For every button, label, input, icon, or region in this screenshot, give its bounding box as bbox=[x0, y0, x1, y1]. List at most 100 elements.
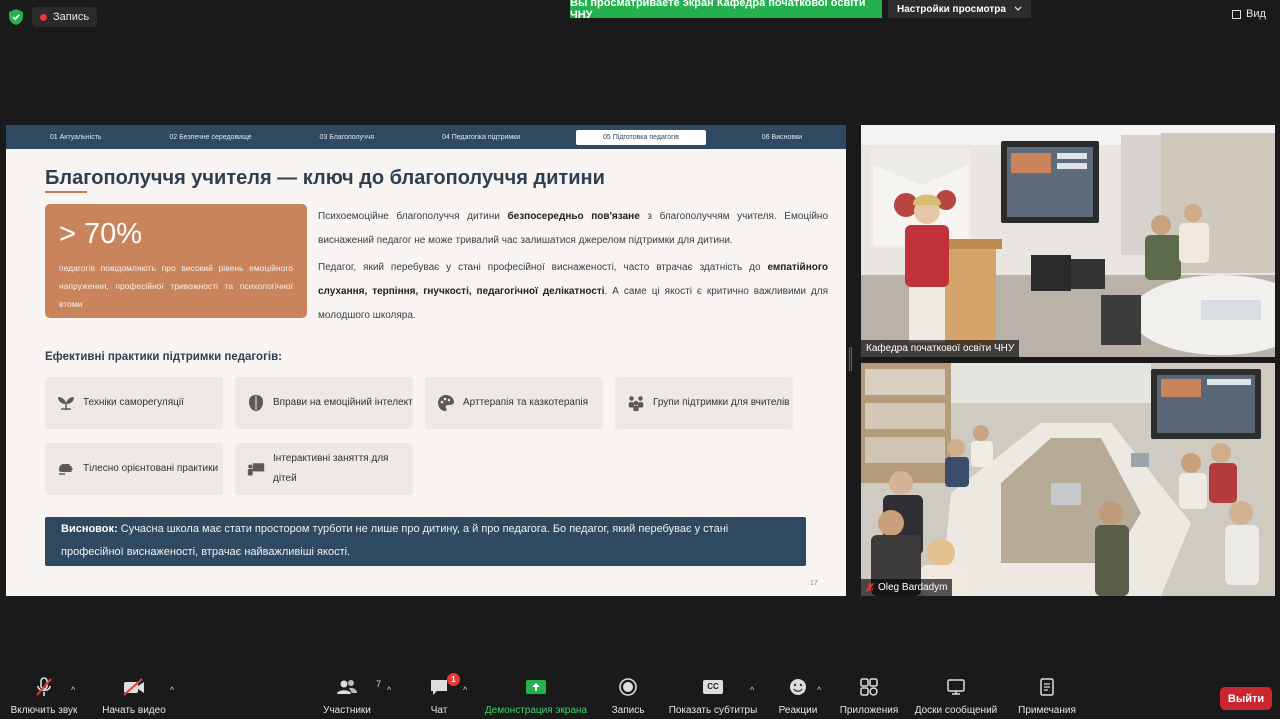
shared-slide: 01 Актуальність 02 Безпечне середовище 0… bbox=[6, 125, 846, 596]
shield-check-icon[interactable] bbox=[9, 9, 23, 25]
chat-icon bbox=[431, 680, 447, 695]
practice-card: Техніки саморегуляції bbox=[45, 377, 223, 429]
participant-name-label: Oleg Bardadym bbox=[861, 579, 953, 596]
practice-label: Вправи на емоційний інтелект bbox=[273, 397, 413, 408]
share-screen-button[interactable]: Демонстрация экрана bbox=[482, 675, 590, 719]
video-tile[interactable]: Кафедра початкової освіти ЧНУ bbox=[861, 125, 1275, 357]
unmute-button[interactable]: Включить звук bbox=[8, 675, 80, 719]
apps-button[interactable]: Приложения bbox=[836, 675, 902, 719]
hand-icon bbox=[57, 460, 75, 478]
view-settings-label: Настройки просмотра bbox=[897, 3, 1006, 15]
recording-label: Запись bbox=[53, 11, 90, 23]
slide-tab[interactable]: 03 Благополуччя bbox=[307, 130, 386, 145]
whiteboards-label: Доски сообщений bbox=[914, 705, 998, 716]
practices-title: Ефективні практики підтримки педагогів: bbox=[45, 351, 282, 363]
practice-card: Вправи на емоційний інтелект bbox=[235, 377, 413, 429]
record-icon bbox=[619, 678, 637, 696]
unmute-label: Включить звук bbox=[10, 705, 78, 716]
start-video-button[interactable]: Начать видео bbox=[100, 675, 168, 719]
slide-tab[interactable]: 04 Педагогіка підтримки bbox=[430, 130, 532, 145]
participants-count: 7 bbox=[376, 679, 382, 689]
chat-caret-icon[interactable]: ^ bbox=[463, 685, 467, 695]
share-screen-label: Демонстрация экрана bbox=[484, 705, 588, 716]
muted-mic-icon bbox=[866, 582, 874, 592]
chevron-down-icon bbox=[1014, 6, 1022, 11]
practice-label: Тілесно орієнтовані практики bbox=[83, 463, 219, 474]
practice-label: Групи підтримки для вчителів bbox=[653, 397, 790, 408]
video-frame-audience bbox=[861, 363, 1275, 596]
slide-navigation: 01 Актуальність 02 Безпечне середовище 0… bbox=[6, 125, 846, 149]
practice-label: Інтерактивні заняття для дітей bbox=[273, 453, 389, 484]
view-label: Вид bbox=[1246, 8, 1266, 20]
chat-label: Чат bbox=[430, 705, 448, 716]
participant-name: Oleg Bardadym bbox=[878, 582, 948, 593]
mic-muted-icon bbox=[36, 677, 52, 696]
reactions-caret-icon[interactable]: ^ bbox=[817, 685, 821, 695]
practice-label: Техніки саморегуляції bbox=[83, 397, 184, 408]
conclusion-label: Висновок: bbox=[61, 523, 118, 535]
participants-label: Участники bbox=[323, 705, 371, 716]
video-tile[interactable]: Oleg Bardadym bbox=[861, 363, 1275, 596]
reactions-icon bbox=[790, 679, 806, 695]
apps-icon bbox=[860, 678, 878, 696]
video-frame-conference bbox=[861, 125, 1275, 357]
leave-button[interactable]: Выйти bbox=[1220, 687, 1272, 710]
paragraph-2: Педагог, який перебуває у стані професій… bbox=[318, 256, 828, 328]
slide-tab[interactable]: 06 Висновки bbox=[750, 130, 814, 145]
audio-options-caret-icon[interactable]: ^ bbox=[71, 685, 75, 695]
top-bar: Запись Вы просматриваете экран Кафедра п… bbox=[0, 0, 1280, 34]
stat-card: > 70% педагогів повідомляють про високий… bbox=[45, 204, 307, 318]
participants-caret-icon[interactable]: ^ bbox=[387, 685, 391, 695]
reactions-button[interactable]: Реакции bbox=[776, 675, 820, 719]
people-icon bbox=[627, 394, 645, 412]
view-button[interactable]: Вид bbox=[1232, 8, 1266, 20]
conclusion-box: Висновок: Сучасна школа має стати просто… bbox=[45, 517, 806, 566]
practice-card: Групи підтримки для вчителів bbox=[615, 377, 793, 429]
participants-button[interactable]: 7 Участники bbox=[320, 675, 381, 719]
participant-name-label: Кафедра початкової освіти ЧНУ bbox=[861, 340, 1020, 357]
share-banner-text: Вы просматриваете экран Кафедра початков… bbox=[570, 0, 866, 21]
title-underline bbox=[45, 191, 87, 193]
whiteboards-button[interactable]: Доски сообщений bbox=[910, 675, 1002, 719]
view-settings-dropdown[interactable]: Настройки просмотра bbox=[888, 0, 1031, 18]
captions-button[interactable]: CC Показать субтитры bbox=[666, 675, 760, 719]
slide-title: Благополуччя учителя — ключ до благополу… bbox=[45, 167, 605, 189]
record-button[interactable]: Запись bbox=[608, 675, 648, 719]
captions-icon: CC bbox=[703, 680, 723, 694]
start-video-label: Начать видео bbox=[102, 705, 166, 716]
captions-caret-icon[interactable]: ^ bbox=[750, 685, 754, 695]
conclusion-text: Сучасна школа має стати простором турбот… bbox=[61, 523, 729, 558]
slide-tab-active[interactable]: 05 Підготовка педагогів bbox=[575, 129, 706, 145]
recording-indicator[interactable]: Запись bbox=[32, 7, 98, 27]
video-off-icon bbox=[123, 678, 144, 696]
paragraph-2-text: Педагог, який перебуває у стані професій… bbox=[318, 262, 768, 273]
reactions-label: Реакции bbox=[778, 705, 818, 716]
practice-card: Інтерактивні заняття для дітей bbox=[235, 443, 413, 495]
notes-button[interactable]: Примечания bbox=[1014, 675, 1080, 719]
seedling-icon bbox=[57, 394, 75, 412]
page-number: 17 bbox=[810, 580, 818, 587]
whiteboard-icon bbox=[947, 679, 965, 695]
record-dot-icon bbox=[40, 13, 47, 21]
practice-card: Арттерапія та казкотерапія bbox=[425, 377, 603, 429]
screen-share-banner: Вы просматриваете экран Кафедра початков… bbox=[570, 0, 882, 21]
share-screen-icon bbox=[526, 680, 546, 694]
palette-icon bbox=[437, 394, 455, 412]
practice-card: Тілесно орієнтовані практики bbox=[45, 443, 223, 495]
paragraph-1-bold: безпосередньо пов'язане bbox=[507, 211, 640, 222]
video-options-caret-icon[interactable]: ^ bbox=[170, 685, 174, 695]
participants-icon bbox=[337, 680, 357, 694]
brain-icon bbox=[247, 394, 265, 412]
slide-tab[interactable]: 01 Актуальність bbox=[38, 130, 114, 145]
captions-label: Показать субтитры bbox=[668, 705, 758, 716]
paragraph-1-text: Психоемоційне благополуччя дитини bbox=[318, 211, 508, 222]
chat-button[interactable]: 1 Чат bbox=[424, 673, 460, 719]
panel-resize-handle[interactable] bbox=[849, 347, 852, 371]
notes-icon bbox=[1040, 678, 1054, 696]
slide-tab[interactable]: 02 Безпечне середовище bbox=[157, 130, 263, 145]
meeting-toolbar: Включить звук ^ Начать видео ^ 7 Участни… bbox=[0, 673, 1280, 719]
leave-label: Выйти bbox=[1227, 692, 1265, 705]
stat-value: > 70% bbox=[59, 218, 143, 250]
practice-label: Арттерапія та казкотерапія bbox=[463, 397, 589, 408]
stat-description: педагогів повідомляють про високий рівен… bbox=[59, 263, 293, 309]
